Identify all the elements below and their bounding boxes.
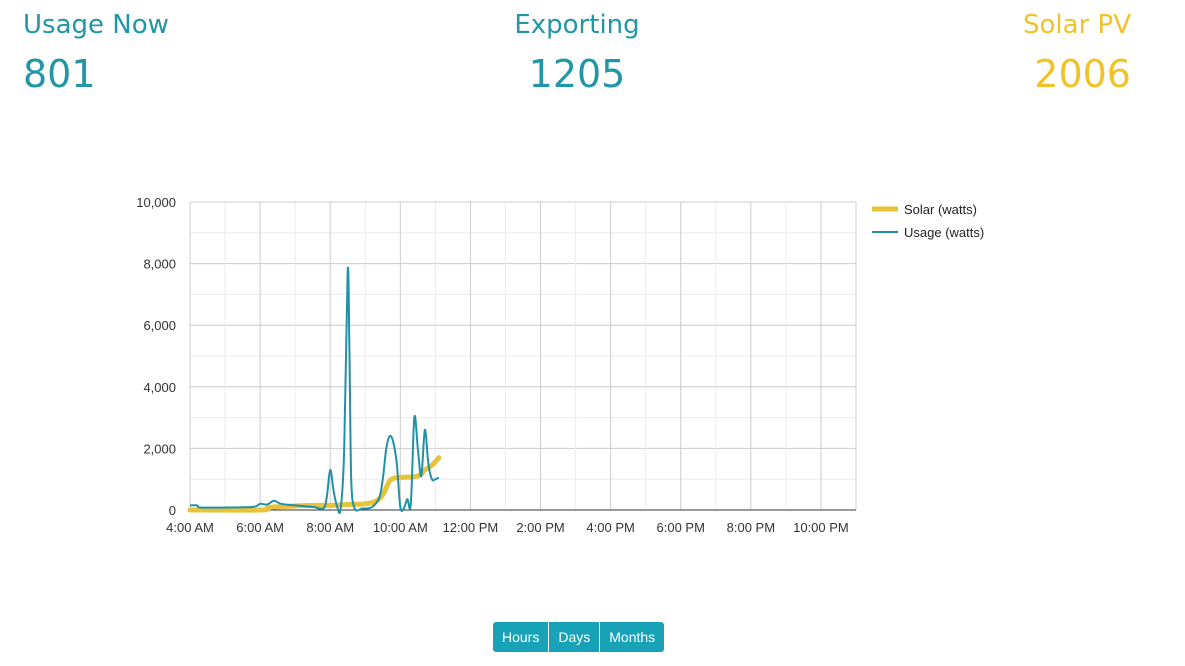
x-tick-label: 6:00 PM xyxy=(657,520,705,535)
y-tick-label: 6,000 xyxy=(143,318,176,333)
y-tick-label: 8,000 xyxy=(143,257,176,272)
y-tick-label: 4,000 xyxy=(143,380,176,395)
months-button[interactable]: Months xyxy=(600,622,665,652)
x-tick-label: 10:00 AM xyxy=(373,520,428,535)
legend-label-solar: Solar (watts) xyxy=(904,202,977,217)
power-chart-svg: 0 2,000 4,000 6,000 8,000 10,000 4:00 AM 6:00 A… xyxy=(136,195,984,535)
x-tick-label: 6:00 AM xyxy=(236,520,284,535)
days-button[interactable]: Days xyxy=(549,622,600,652)
y-tick-label: 10,000 xyxy=(136,195,176,210)
hours-button[interactable]: Hours xyxy=(493,622,549,652)
x-tick-label: 2:00 PM xyxy=(516,520,564,535)
range-button-group: Hours Days Months xyxy=(493,622,665,652)
x-tick-label: 10:00 PM xyxy=(793,520,849,535)
y-tick-label: 0 xyxy=(169,503,176,518)
legend-label-usage: Usage (watts) xyxy=(904,225,984,240)
y-tick-label: 2,000 xyxy=(143,441,176,456)
x-tick-label: 4:00 PM xyxy=(586,520,634,535)
series-line-solar xyxy=(187,455,442,513)
x-tick-label: 8:00 AM xyxy=(306,520,354,535)
x-tick-label: 4:00 AM xyxy=(166,520,214,535)
power-chart: 0 2,000 4,000 6,000 8,000 10,000 4:00 AM 6:00 A… xyxy=(0,0,1185,666)
x-tick-label: 12:00 PM xyxy=(443,520,499,535)
x-tick-label: 8:00 PM xyxy=(727,520,775,535)
